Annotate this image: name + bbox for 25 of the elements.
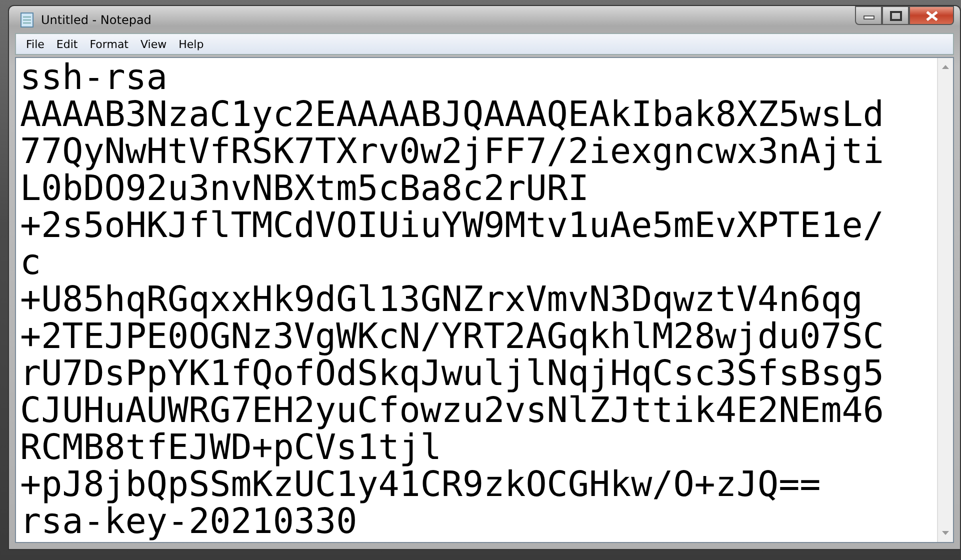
text-line: rU7DsPpYK1fQofOdSkqJwuljlNqjHqCsc3SfsBsg5 [20, 356, 884, 393]
text-line: ssh-rsa [20, 60, 168, 97]
text-line: +U85hqRGqxxHk9dGl13GNZrxVmvN3DqwztV4n6qg [20, 282, 863, 319]
text-line: +2TEJPE0OGNz3VgWKcN/YRT2AGqkhlM28wjdu07SC [20, 319, 884, 356]
text-line: 77QyNwHtVfRSK7TXrv0w2jFF7/2iexgncwx3nAjti [20, 134, 884, 171]
text-line: RCMB8tfEJWD+pCVs1tjl [20, 430, 442, 467]
notepad-icon [19, 12, 35, 28]
window-title: Untitled - Notepad [41, 12, 152, 26]
menu-item[interactable]: File [20, 38, 50, 50]
text-line: +pJ8jbQpSSmKzUC1y41CR9zkOCGHkw/O+zJQ== [20, 467, 821, 504]
text-line: CJUHuAUWRG7EH2yuCfowzu2vsNlZJttik4E2NEm46 [20, 393, 884, 430]
maximize-icon [890, 10, 902, 20]
text-line: +2s5oHKJflTMCdVOIUiuYW9Mtv1uAe5mEvXPTE1e/ [20, 208, 884, 245]
text-line: L0bDO92u3nvNBXtm5cBa8c2rURI [20, 171, 589, 208]
minimize-button[interactable] [855, 6, 882, 25]
menu-item[interactable]: Edit [50, 38, 84, 50]
text-line: AAAAB3NzaC1yc2EAAAABJQAAAQEAkIbak8XZ5wsLd [20, 97, 884, 134]
menu-item[interactable]: View [134, 38, 173, 50]
menu-item[interactable]: Format [84, 38, 134, 50]
maximize-button[interactable] [882, 6, 909, 25]
close-icon [924, 10, 938, 20]
text-line: rsa-key-20210330 [20, 504, 358, 541]
close-button[interactable] [909, 6, 954, 25]
text-line: c [20, 245, 42, 282]
menu-item[interactable]: Help [172, 38, 210, 50]
